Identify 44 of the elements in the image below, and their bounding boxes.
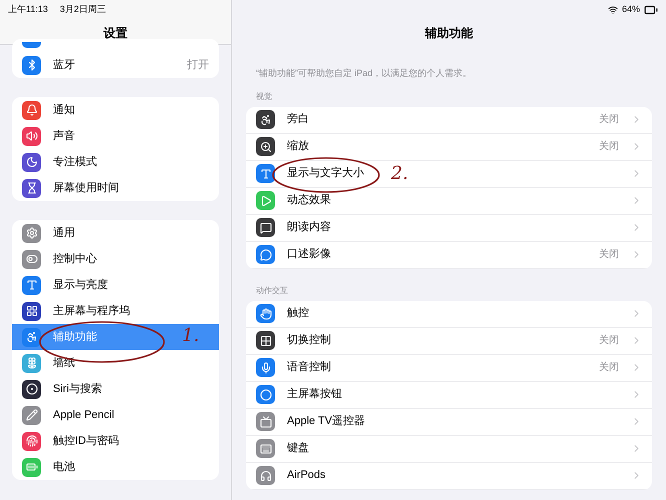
item-value: 关闭 [599,112,619,127]
battery-icon [644,3,658,17]
settings-row[interactable]: 缩放 关闭 [246,134,652,160]
status-time: 上午11:13 [8,3,48,16]
handwritten-number: 1. [182,325,200,347]
settings-row[interactable]: 键盘 [246,436,652,462]
wifi-icon [608,5,618,15]
sidebar-item[interactable]: 蓝牙 打开 [12,52,219,78]
settings-row[interactable]: 切换控制 关闭 [246,328,652,354]
item-value: 打开 [187,58,209,73]
sidebar-item[interactable]: 通用 [12,220,219,246]
sidebar-item[interactable]: 电池 [12,454,219,480]
page-title: 辅助功能 [425,25,473,42]
status-date: 3月2日周三 [60,3,106,16]
item-value: 关闭 [599,248,619,262]
sidebar-item[interactable]: 主屏幕与程序坞 [12,298,219,324]
settings-row[interactable]: 朗读内容 [246,214,652,242]
sidebar-item[interactable]: 通知 [12,97,219,123]
item-value: 关闭 [599,140,619,154]
settings-row[interactable]: 显示与文字大小 2. [246,160,652,188]
settings-row[interactable]: 口述影像 关闭 [246,242,652,268]
settings-row[interactable]: AirPods [246,462,652,490]
settings-row[interactable]: 触控 [246,300,652,328]
sidebar-item[interactable]: Apple Pencil [12,402,219,428]
sidebar-item[interactable]: 屏幕使用时间 [12,175,219,201]
description-text: “辅助功能”可帮助您自定 iPad，以满足您的个人需求。 [255,67,473,80]
section-header: 视觉 [255,90,273,102]
settings-row[interactable]: 动态效果 [246,188,652,214]
sidebar-item[interactable]: 控制中心 [12,246,219,272]
settings-row[interactable]: 旁白 关闭 [246,106,652,134]
sidebar-item[interactable]: 显示与亮度 [12,272,219,298]
sidebar-item[interactable]: 专注模式 [12,149,219,175]
handwritten-number: 2. [391,162,408,184]
settings-row[interactable]: Apple TV遥控器 [246,408,652,436]
item-value: 关闭 [599,360,619,375]
battery-percent: 64% [622,3,640,16]
sidebar-item[interactable]: 声音 [12,123,219,149]
settings-row[interactable]: 语音控制 关闭 [246,354,652,382]
settings-row[interactable]: 主屏幕按钮 [246,382,652,408]
item-value: 关闭 [599,334,619,348]
sidebar-title: 设置 [104,24,128,42]
sidebar-item[interactable]: 触控ID与密码 [12,428,219,454]
section-header: 动作交互 [255,284,289,296]
sidebar-item[interactable]: Siri与搜索 [12,376,219,402]
